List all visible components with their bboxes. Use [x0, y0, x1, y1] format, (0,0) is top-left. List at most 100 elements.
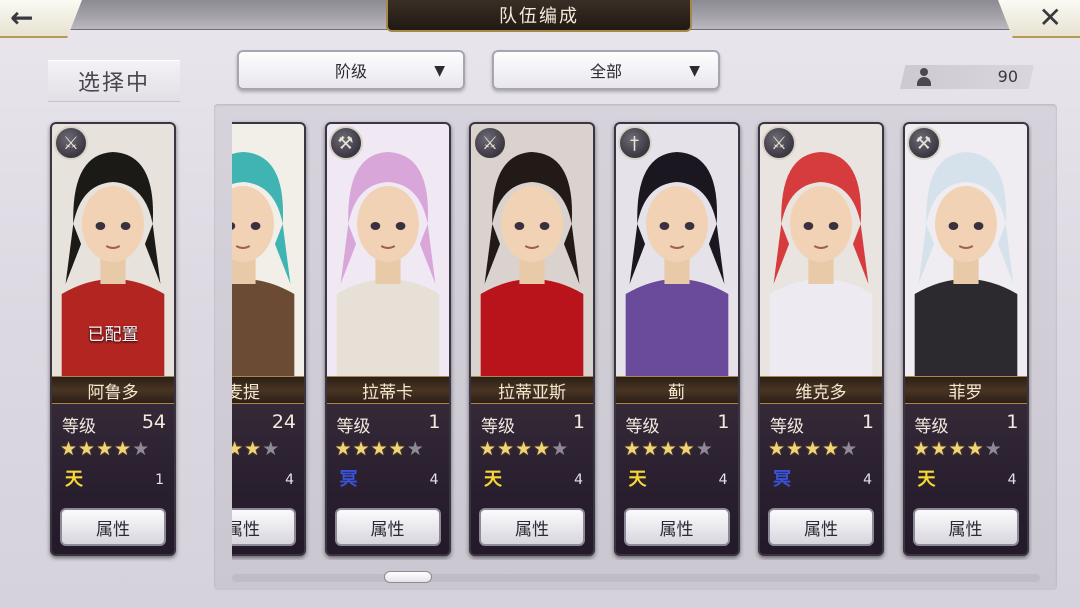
star-icon: ★	[370, 438, 388, 460]
star-icon: ★	[334, 438, 352, 460]
level-value: 1	[717, 411, 730, 433]
close-button[interactable]: ✕	[998, 0, 1080, 38]
attribute-button[interactable]: 属性	[912, 508, 1019, 546]
character-name: 菲罗	[948, 382, 983, 403]
star-icon: ★	[641, 438, 659, 460]
sword-icon: ⚔	[762, 126, 796, 160]
character-name: 维克多	[795, 382, 847, 403]
character-card[interactable]: ⚒ 菲罗 等级 1 ★ ★ ★ ★ ★ 天 4 属性	[902, 122, 1029, 556]
character-card[interactable]: ⚔ 拉蒂亚斯 等级 1 ★ ★ ★ ★ ★ 天 4 属性	[469, 122, 595, 556]
tier-badge-icon: 天	[65, 469, 83, 490]
character-name: 拉蒂卡	[362, 382, 413, 403]
attribute-button[interactable]: 属性	[232, 508, 296, 546]
level-value: 24	[271, 411, 296, 433]
character-portrait	[232, 124, 304, 376]
level-value: 54	[141, 411, 166, 433]
tier-badge-icon: 冥	[773, 469, 791, 490]
star-icon: ★	[262, 438, 280, 460]
character-nameplate: 蓟	[615, 376, 738, 404]
level-label: 等级	[625, 417, 660, 437]
character-nameplate: 麦提	[232, 376, 304, 404]
character-nameplate: 拉蒂亚斯	[471, 376, 593, 404]
character-card[interactable]: ⚒ 拉蒂卡 等级 1 ★ ★ ★ ★ ★ 冥 4 属性	[324, 122, 451, 556]
character-card[interactable]: ⚔ 麦提 等级 24 ★★★★★ 天 4 属性	[232, 122, 306, 556]
star-icon: ★	[479, 438, 497, 460]
star-rating: ★★★★★	[479, 439, 568, 459]
tier-badge-icon: 冥	[339, 469, 358, 490]
attribute-button[interactable]: 属性	[334, 508, 441, 546]
star-icon: ★	[695, 438, 713, 460]
attribute-button-label: 属性	[370, 519, 405, 540]
star-icon: ★	[804, 438, 822, 460]
star-icon: ★	[497, 438, 515, 460]
back-arrow-icon: ←	[10, 1, 34, 34]
character-card[interactable]: ⚔ 维克多 等级 1 ★ ★ ★ ★ ★ 冥 4 属性	[758, 122, 884, 556]
attribute-button[interactable]: 属性	[60, 508, 166, 546]
character-name: 麦提	[232, 382, 260, 403]
tier-number: 4	[285, 472, 294, 488]
close-x-icon: ✕	[1038, 1, 1062, 34]
star-icon: ★	[132, 438, 150, 460]
star-icon: ★	[533, 438, 551, 460]
selecting-label: 选择中	[48, 60, 180, 102]
character-nameplate: 拉蒂卡	[326, 376, 449, 404]
attribute-button[interactable]: 属性	[768, 508, 874, 546]
character-card[interactable]: † 蓟 等级 1 ★ ★ ★ ★ ★ 天 4 属性	[613, 122, 740, 556]
star-rating: ★★★★★	[768, 439, 857, 459]
level-value: 1	[1006, 411, 1019, 433]
character-roster[interactable]: ⚔ 麦提 等级 24 ★★★★★ 天 4 属性 ⚒ 拉蒂卡 等级 1	[232, 118, 1032, 560]
star-icon: ★	[930, 438, 948, 460]
selected-character-slot[interactable]: ⚔ 已配置 阿鲁多 等级 54 ★ ★ ★ ★ ★ 天 1 属性	[50, 122, 176, 556]
category-filter-dropdown[interactable]: 全部 ▼	[492, 50, 720, 90]
character-nameplate: 阿鲁多	[52, 376, 174, 404]
attribute-button[interactable]: 属性	[623, 508, 730, 546]
star-icon: ★	[948, 438, 966, 460]
attribute-button[interactable]: 属性	[479, 508, 585, 546]
chevron-down-icon: ▼	[434, 63, 445, 79]
tier-badge-icon: 天	[917, 469, 936, 490]
character-portrait	[471, 124, 593, 376]
star-icon: ★	[677, 438, 695, 460]
tier-number: 4	[863, 472, 872, 488]
attribute-button-label: 属性	[96, 519, 130, 540]
character-name: 拉蒂亚斯	[498, 382, 566, 403]
star-icon: ★	[78, 438, 96, 460]
star-rating: ★★★★★	[913, 439, 1002, 459]
star-icon: ★	[659, 438, 677, 460]
star-icon: ★	[623, 438, 641, 460]
back-button[interactable]: ←	[0, 0, 82, 38]
character-card[interactable]: ⚔ 已配置 阿鲁多 等级 54 ★ ★ ★ ★ ★ 天 1 属性	[50, 122, 176, 556]
star-icon: ★	[114, 438, 132, 460]
tier-number: 4	[574, 472, 583, 488]
tier-badge-icon: 天	[628, 469, 647, 490]
level-label: 等级	[62, 417, 96, 437]
character-nameplate: 菲罗	[904, 376, 1027, 404]
star-icon: ★	[551, 438, 569, 460]
star-icon: ★	[388, 438, 406, 460]
assigned-label: 已配置	[87, 325, 139, 345]
sword-icon: ⚔	[54, 126, 88, 160]
level-value: 1	[861, 411, 874, 433]
attribute-button-label: 属性	[948, 519, 983, 540]
character-name: 阿鲁多	[87, 382, 139, 403]
star-icon: ★	[912, 438, 930, 460]
level-label: 等级	[336, 417, 371, 437]
roster-scrollbar-track[interactable]	[232, 574, 1040, 582]
character-nameplate: 维克多	[760, 376, 882, 404]
star-icon: ★	[96, 438, 114, 460]
attribute-button-label: 属性	[232, 519, 260, 540]
rank-filter-dropdown[interactable]: 阶级 ▼	[237, 50, 465, 90]
star-icon: ★	[840, 438, 858, 460]
tier-number: 4	[1007, 472, 1017, 488]
star-icon: ★	[822, 438, 840, 460]
star-icon: ★	[352, 438, 370, 460]
level-label: 等级	[770, 417, 804, 437]
tier-number: 4	[718, 472, 728, 488]
star-icon: ★	[786, 438, 804, 460]
roster-scrollbar-thumb[interactable]	[384, 571, 432, 583]
katana-icon: †	[617, 126, 652, 160]
page-title: 队伍编成	[499, 6, 579, 27]
star-rating: ★★★★★	[624, 439, 713, 459]
character-portrait	[760, 124, 882, 376]
sword-icon: ⚔	[473, 126, 507, 160]
